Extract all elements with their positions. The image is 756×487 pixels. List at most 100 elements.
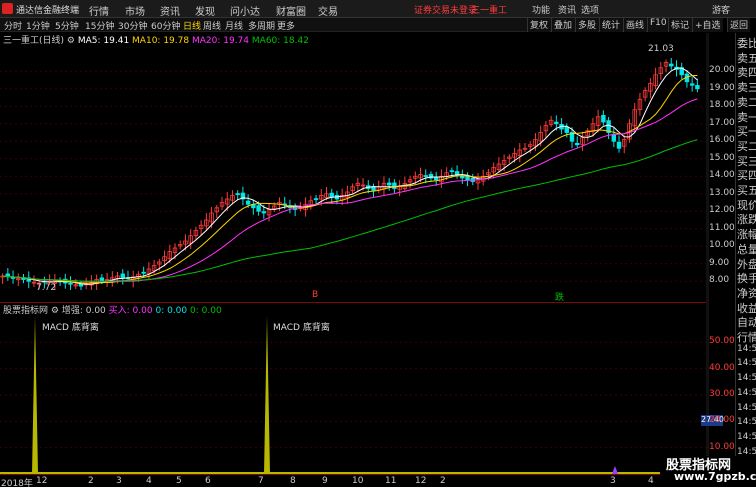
tab-fenshi[interactable]: 分时: [4, 19, 22, 32]
tab-30min[interactable]: 30分钟: [118, 19, 147, 32]
candle-body: [256, 205, 261, 212]
tool-tongji[interactable]: 统计: [599, 18, 623, 32]
app-logo-icon: [2, 3, 13, 14]
current-stock-name: 三一重工: [471, 6, 508, 16]
quote-field-label: 卖二: [737, 95, 756, 109]
price-axis-label: 19.00: [709, 82, 735, 93]
options-menu[interactable]: 选项: [581, 3, 599, 16]
date-label: 3: [610, 476, 616, 486]
price-axis-label: 12.00: [709, 205, 735, 216]
quote-field-label: 14:5: [737, 387, 756, 398]
tab-monthly[interactable]: 月线: [225, 19, 243, 32]
func-menu[interactable]: 功能: [532, 3, 550, 16]
user-guest[interactable]: 游客: [712, 3, 730, 16]
tab-1min[interactable]: 1分钟: [26, 19, 50, 32]
date-label: 5: [176, 476, 182, 486]
quote-field-label: 买五: [737, 184, 756, 197]
price-chart[interactable]: [0, 45, 706, 290]
quote-field-label: 买一: [737, 125, 756, 139]
tool-duogu[interactable]: 多股: [575, 18, 599, 32]
menu-caifuquan[interactable]: 财富圈: [276, 3, 306, 18]
quote-field-label: 卖一: [737, 110, 756, 124]
date-label: 8: [290, 476, 296, 486]
date-label: 10: [352, 476, 364, 486]
candle-body: [695, 85, 700, 90]
price-axis-label: 17.00: [709, 117, 735, 128]
news-menu[interactable]: 资讯: [558, 3, 576, 16]
quote-field-label: 卖三: [737, 81, 756, 95]
quote-field-label: 委比: [737, 37, 756, 50]
indicator-zengqiang: 增强: 0.00: [61, 306, 106, 316]
tab-weekly[interactable]: 周线: [203, 19, 221, 32]
price-grid: [0, 70, 706, 282]
tab-more[interactable]: 更多: [277, 19, 295, 32]
menu-hangqing[interactable]: 行情: [89, 3, 109, 18]
candle-body: [433, 177, 439, 181]
quote-field-label: 14:5: [737, 402, 756, 413]
tool-f10[interactable]: F10: [647, 18, 669, 32]
tab-multi-period[interactable]: 多周期: [248, 19, 275, 32]
tab-15min[interactable]: 15分钟: [85, 19, 114, 32]
indicator-chart[interactable]: [0, 316, 706, 474]
top-menu-bar: 通达信金融终端 行情 市场 资讯 发现 问小达 财富圈 交易 证券交易未登录 三…: [0, 0, 756, 18]
indicator-grid: [0, 341, 706, 449]
quote-field-label: 14:5: [737, 358, 756, 369]
app-title: 通达信金融终端: [16, 6, 80, 16]
price-axis-divider: [706, 33, 709, 474]
watermark-url: www.7gpzb.com: [674, 470, 756, 483]
candle-body: [386, 182, 392, 186]
tab-5min[interactable]: 5分钟: [55, 19, 79, 32]
menu-wenxiaoda[interactable]: 问小达: [230, 3, 260, 18]
date-label: 9: [322, 476, 328, 486]
tool-fuquan[interactable]: 复权: [527, 18, 551, 32]
menu-faxian[interactable]: 发现: [195, 3, 215, 18]
candle-body: [329, 192, 334, 198]
indicator-a: 0: 0.00: [155, 306, 188, 316]
candle-body: [460, 176, 465, 179]
price-axis-label: 8.00: [709, 275, 730, 286]
candle-body: [564, 126, 570, 133]
candle-body: [601, 114, 606, 123]
tool-biaoji[interactable]: 标记: [668, 18, 692, 32]
quote-field-label: 卖五: [737, 51, 756, 65]
quote-field-label: 买三: [737, 154, 756, 168]
menu-zixun[interactable]: 资讯: [160, 3, 180, 18]
tab-daily[interactable]: 日线: [183, 19, 201, 32]
tab-60min[interactable]: 60分钟: [151, 19, 180, 32]
candle-body: [235, 193, 240, 196]
ma-legend: 三一重工(日线) ⚙ MA5: 19.41 MA10: 19.78 MA20: …: [0, 33, 309, 46]
price-axis-label: 11.00: [709, 222, 735, 233]
tool-diejia[interactable]: 叠加: [551, 18, 575, 32]
indicator-axis-label: 10.00: [709, 441, 735, 452]
indicator-b: 0: 0.00: [190, 306, 222, 316]
quote-field-label: 14:5: [737, 417, 756, 428]
quote-field-label: 净资: [737, 286, 756, 300]
indicator-legend: 股票指标网 ⚙ 增强: 0.00 买入: 0.00 0: 0.00 0: 0.0…: [0, 303, 222, 316]
quote-field-label: 涨幅: [737, 228, 756, 242]
login-status[interactable]: 证券交易未登录: [414, 3, 477, 16]
indicator-small-spike: [612, 466, 618, 474]
indicator-spike: [264, 316, 270, 474]
menu-jiaoyi[interactable]: 交易: [318, 3, 338, 18]
quote-field-label: 收益: [737, 301, 756, 315]
date-label: 4: [648, 476, 654, 486]
tool-back[interactable]: 返回: [727, 18, 751, 32]
candle-body: [554, 121, 559, 125]
high-annotation: 21.03: [648, 44, 674, 54]
date-label: 3: [116, 476, 122, 486]
quote-field-label: 换手: [737, 272, 756, 286]
tool-huaxian[interactable]: 画线: [623, 18, 647, 32]
tool-add-watchlist[interactable]: +自选: [692, 18, 723, 32]
quote-field-label: 现价: [737, 198, 756, 212]
candle-body: [465, 176, 470, 181]
menu-shichang[interactable]: 市场: [125, 3, 145, 18]
indicator-buy: 买入: 0.00: [108, 306, 153, 316]
price-axis-label: 15.00: [709, 152, 735, 163]
quote-side-panel: 委比卖五卖四卖三卖二卖一买一买二买三买四买五现价涨跌涨幅总量外盘换手净资收益自动…: [735, 33, 756, 487]
macd-label-2: MACD 底背离: [273, 323, 330, 333]
indicator-name[interactable]: 股票指标网: [3, 306, 48, 316]
indicator-settings-icon[interactable]: ⚙: [51, 306, 59, 316]
low-annotation: 7.72: [36, 283, 57, 293]
quote-field-label: 卖四: [737, 66, 756, 80]
date-label: 4: [146, 476, 152, 486]
